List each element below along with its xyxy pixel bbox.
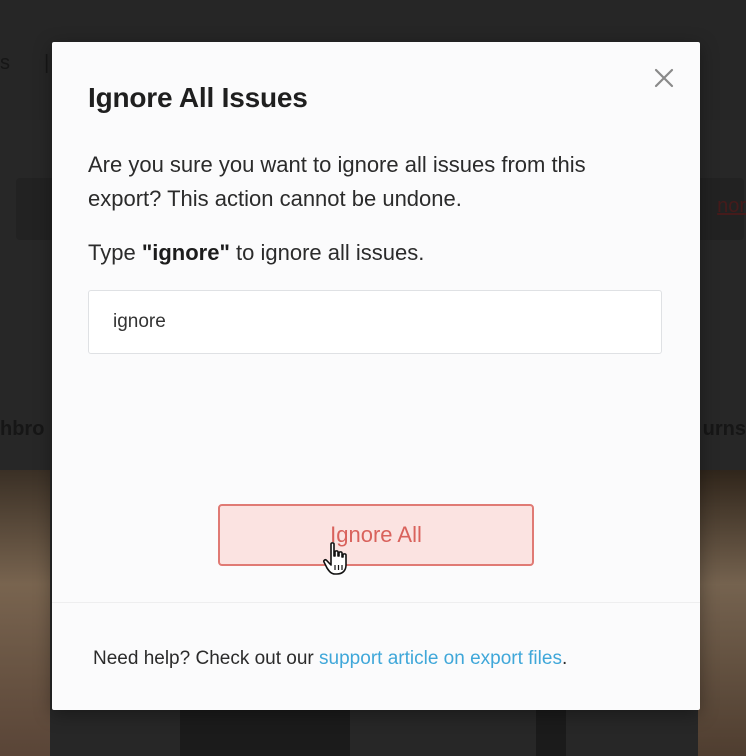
type-instruction-prefix: Type [88,240,142,265]
confirm-text-input[interactable] [88,290,662,354]
help-text-suffix: . [561,648,568,669]
help-text-prefix: Need help? Check out our [93,648,320,669]
hand-pointer-cursor-icon [323,542,347,575]
help-text: Need help? Check out our support article… [93,648,567,670]
type-instruction-suffix: to ignore all issues. [229,240,425,265]
dialog-title: Ignore All Issues [88,82,308,113]
support-article-link[interactable]: support article on export files [319,648,562,669]
ignore-all-issues-dialog: Ignore All Issues Are you sure you want … [52,42,700,710]
ignore-all-button[interactable]: Ignore All [218,504,534,566]
dialog-message: Are you sure you want to ignore all issu… [88,152,586,211]
close-icon [654,68,674,88]
type-instruction: Type "ignore" to ignore all issues. [88,236,424,270]
footer-divider [52,602,700,603]
type-instruction-keyword: "ignore" [141,240,230,265]
close-button[interactable] [652,66,676,90]
